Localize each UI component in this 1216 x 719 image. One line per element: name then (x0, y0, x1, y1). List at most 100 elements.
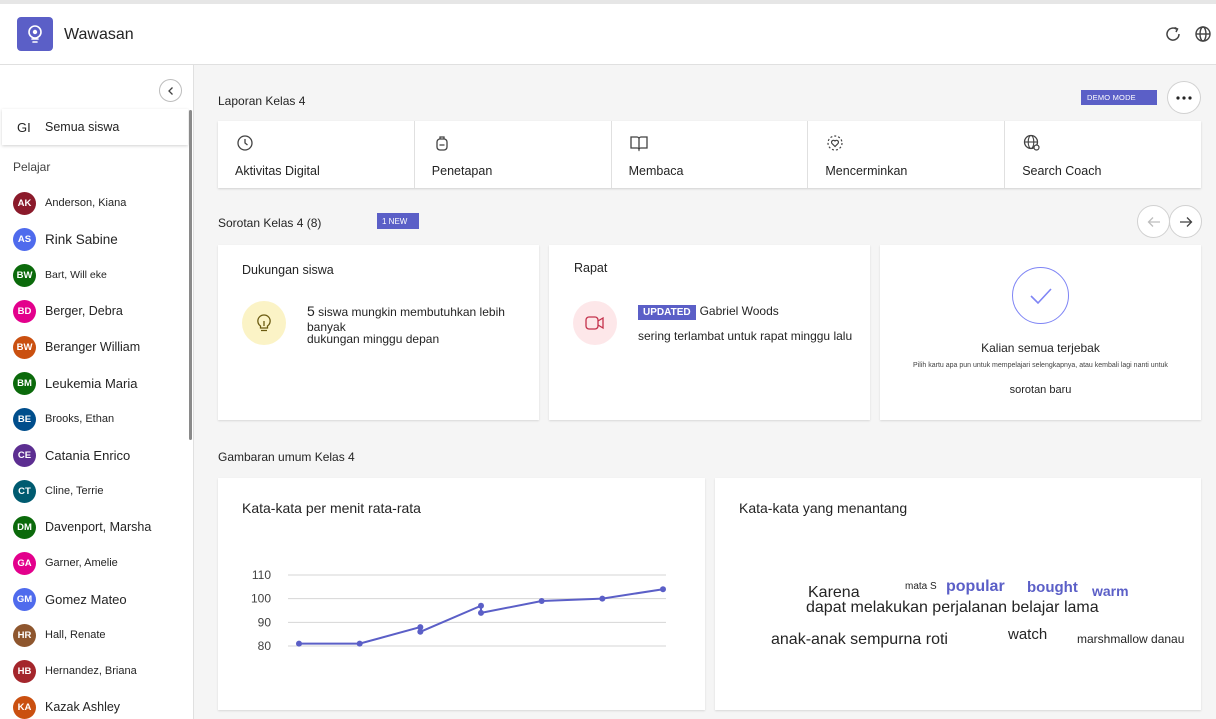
sidebar: GI Semua siswa Pelajar AK Anderson, Kiana… (0, 65, 194, 719)
all-students-label: Semua siswa (45, 120, 120, 134)
tab-label: Search Coach (1022, 164, 1102, 178)
student-list-item[interactable]: BD Berger, Debra (0, 293, 190, 329)
data-point[interactable] (478, 609, 484, 616)
student-list-item[interactable]: GM Gomez Mateo (0, 581, 190, 617)
more-options-button[interactable] (1167, 81, 1201, 114)
student-list-item[interactable]: BM Leukemia Maria (0, 365, 190, 401)
student-list-item[interactable]: GA Garner, Amelie (0, 545, 190, 581)
checkmark-icon (1012, 267, 1069, 324)
data-point[interactable] (599, 595, 606, 602)
wpm-chart-card[interactable]: Kata-kata per menit rata-rata 110 100 90 80 (218, 478, 705, 710)
next-button[interactable] (1169, 205, 1202, 238)
avatar: CT (13, 479, 36, 503)
avatar: AS (13, 227, 36, 251)
more-icon (1176, 95, 1192, 100)
heart-reflect-icon (827, 135, 843, 151)
meeting-line2: sering terlambat untuk rapat minggu lalu (638, 329, 853, 343)
student-list-item[interactable]: KA Kazak Ashley (0, 689, 190, 719)
student-name: Gomez Mateo (45, 591, 127, 607)
student-list-item[interactable]: CT Cline, Terrie (0, 473, 190, 509)
caught-up-line2: sorotan baru (1009, 384, 1072, 396)
y-tick-label: 110 (252, 568, 271, 582)
refresh-icon[interactable] (1163, 24, 1183, 44)
data-point[interactable] (356, 640, 363, 647)
student-name: Beranger William (45, 340, 141, 354)
data-point[interactable] (296, 640, 302, 647)
card-title: Rapat (574, 261, 608, 275)
student-name: Berger, Debra (45, 304, 123, 318)
student-name: Rink Sabine (45, 231, 118, 247)
student-list-item[interactable]: AS Rink Sabine (0, 221, 190, 257)
student-list-item[interactable]: BW Beranger William (0, 329, 190, 365)
tab-reflect[interactable]: Mencerminkan (808, 121, 1006, 188)
student-list-item[interactable]: HB Hernandez, Briana (0, 653, 190, 689)
caught-up-title: Kalian semua terjebak (981, 341, 1100, 355)
chevron-left-icon (167, 86, 173, 95)
word-cloud-item: watch (1008, 626, 1048, 643)
avatar: HB (13, 659, 36, 683)
demo-mode-badge: DEMO MODE (1081, 90, 1157, 105)
wpm-line-chart: 110 100 90 80 (251, 568, 666, 653)
sidebar-item-all-students[interactable]: GI Semua siswa (2, 109, 188, 145)
support-line1: siswa mungkin membutuhkan lebih banyak (307, 305, 505, 334)
avatar: KA (13, 695, 36, 719)
tab-search-coach[interactable]: Search Coach (1005, 121, 1201, 188)
word-cloud-item: popular (946, 578, 1005, 595)
avatar: BM (13, 371, 36, 395)
globe-icon[interactable] (1193, 24, 1213, 44)
sidebar-scrollbar[interactable] (189, 110, 192, 440)
tab-label: Aktivitas Digital (235, 164, 320, 178)
globe-search-icon (1024, 134, 1040, 151)
student-name: Catania Enrico (45, 447, 131, 463)
card-title: Dukungan siswa (242, 263, 334, 277)
arrow-left-icon (1147, 216, 1160, 227)
word-cloud-item: warm (1092, 583, 1129, 599)
data-point[interactable] (417, 628, 424, 635)
tab-label: Membaca (628, 164, 684, 178)
report-tabs: Aktivitas Digital Penetapan Membaca Menc… (218, 121, 1201, 188)
series-line (299, 588, 664, 645)
previous-button[interactable] (1137, 205, 1170, 238)
video-call-icon (573, 301, 617, 345)
tab-assignments[interactable]: Penetapan (415, 121, 612, 188)
tab-digital-activity[interactable]: Aktivitas Digital (218, 121, 415, 188)
data-point[interactable] (478, 602, 484, 609)
avatar: BW (13, 335, 36, 359)
meeting-message: UPDATED Gabriel Woods (638, 304, 779, 320)
student-name: Hernandez, Briana (45, 665, 137, 677)
book-icon (629, 136, 648, 152)
y-tick-label: 80 (258, 639, 272, 653)
support-count: 5 (307, 303, 315, 319)
student-list-item[interactable]: BW Bart, Will eke (0, 257, 190, 293)
backpack-icon (436, 136, 448, 151)
student-name: Kazak Ashley (45, 700, 121, 714)
tab-label: Mencerminkan (825, 164, 908, 178)
student-name: Anderson, Kiana (45, 197, 127, 209)
student-list-item[interactable]: CE Catania Enrico (0, 437, 190, 473)
student-list-item[interactable]: HR Hall, Renate (0, 617, 190, 653)
student-support-card[interactable]: Dukungan siswa 5 siswa mungkin membutuhk… (218, 245, 539, 420)
student-list-item[interactable]: BE Brooks, Ethan (0, 401, 190, 437)
tab-reading[interactable]: Membaca (612, 121, 809, 188)
student-list-item[interactable]: AK Anderson, Kiana (0, 185, 190, 221)
all-students-initials: GI (17, 119, 31, 135)
words-card-title: Kata-kata yang menantang (739, 500, 908, 516)
caught-up-line1: Pilih kartu apa pun untuk mempelajari se… (913, 362, 1168, 369)
student-name: Hall, Renate (45, 629, 106, 641)
student-name: Garner, Amelie (45, 557, 118, 569)
support-line2: dukungan minggu depan (307, 332, 440, 346)
meeting-student-name: Gabriel Woods (699, 304, 779, 318)
collapse-sidebar-button[interactable] (159, 79, 182, 102)
support-message: 5 siswa mungkin membutuhkan lebih banyak (307, 304, 539, 335)
word-cloud-item: bought (1027, 579, 1078, 596)
meeting-card[interactable]: Rapat UPDATED Gabriel Woods sering terlam… (549, 245, 870, 420)
data-point[interactable] (538, 598, 545, 605)
student-list-item[interactable]: DM Davenport, Marsha (0, 509, 190, 545)
avatar: GA (13, 551, 36, 575)
student-name: Brooks, Ethan (45, 413, 115, 425)
new-badge: 1 NEW (377, 213, 419, 229)
app-title: Wawasan (64, 26, 134, 43)
data-point[interactable] (660, 586, 666, 593)
challenging-words-card[interactable]: Kata-kata yang menantang Karena mata S p… (715, 478, 1201, 710)
student-name: Davenport, Marsha (45, 520, 152, 534)
